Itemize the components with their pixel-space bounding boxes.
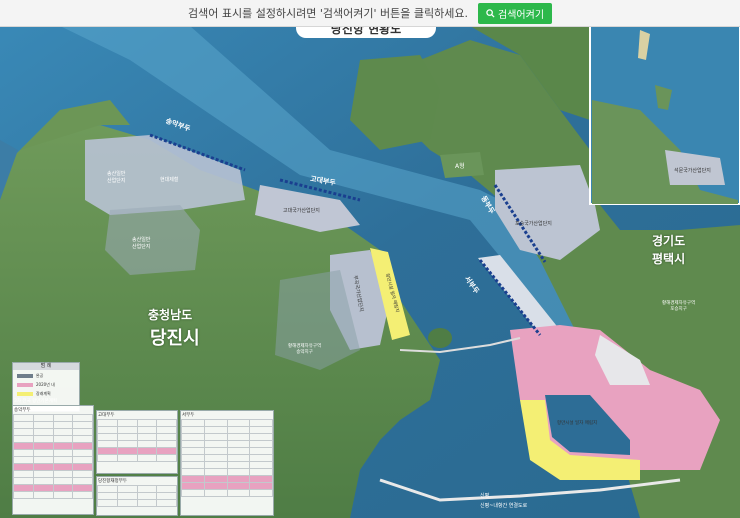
table-dangjin-jeongbu: 당진항재정부두 bbox=[96, 476, 178, 516]
legend-item-complete-label: 완공 bbox=[36, 373, 44, 378]
label-a-type: A형 bbox=[455, 163, 465, 170]
table-dangjin-jeongbu-grid bbox=[97, 485, 177, 507]
table-godae-grid bbox=[97, 419, 177, 462]
small-island bbox=[428, 328, 452, 348]
search-icon bbox=[486, 8, 495, 18]
label-hwanghae-poseung: 황해경제자유구역 포승지구 bbox=[662, 301, 696, 312]
label-neighbor-city: 평택시 bbox=[652, 252, 686, 266]
table-godae: 고대부두 bbox=[96, 410, 178, 474]
label-hwanghae-songak: 황해경제자유구역 송악지구 bbox=[288, 344, 322, 355]
table-seobu-title: 서부두 bbox=[182, 413, 195, 418]
label-seokmun-complex: 석문국가산업단지 bbox=[674, 168, 711, 174]
label-godae-complex: 고대국가산업단지 bbox=[283, 208, 320, 214]
legend-item-2020: 2020년 내 bbox=[17, 382, 75, 388]
legend-item-2020-label: 2020년 내 bbox=[36, 382, 55, 387]
search-banner: 검색어 표시를 설정하시려면 '검색어켜기' 버튼을 클릭하세요. 검색어켜기 bbox=[0, 0, 740, 27]
table-seobu-grid bbox=[181, 419, 273, 497]
table-songak-grid bbox=[13, 414, 93, 499]
label-songsan-industrial: 송산일반 산업단지 bbox=[107, 171, 126, 184]
table-songak-title: 송악부두 bbox=[14, 408, 31, 413]
legend-item-future-label: 장래계획 bbox=[36, 391, 51, 396]
label-neighbor-province: 경기도 bbox=[652, 234, 686, 248]
table-songak: 송악부두 bbox=[12, 405, 94, 515]
label-songsan-industrial-2: 송산일반 산업단지 bbox=[132, 237, 151, 250]
label-port-expansion-east: 항만시설 일자 매립지 bbox=[557, 421, 598, 426]
search-toggle-label: 검색어켜기 bbox=[498, 9, 545, 21]
table-seobu: 서부두 bbox=[180, 410, 274, 516]
label-province: 충청남도 bbox=[148, 308, 193, 322]
label-shinpyeong: 신평 bbox=[480, 493, 490, 499]
table-godae-title: 고대부두 bbox=[98, 413, 115, 418]
table-dangjin-jeongbu-title: 당진항재정부두 bbox=[98, 479, 127, 484]
plan-subtitle: 3차 전국 항만기본계획 bbox=[14, 399, 57, 404]
label-bridge: 신평~내항간 연결도로 bbox=[480, 503, 528, 509]
legend-item-complete: 완공 bbox=[17, 373, 75, 379]
search-toggle-button[interactable]: 검색어켜기 bbox=[478, 2, 553, 24]
legend-title: 범 례 bbox=[13, 363, 79, 370]
legend-item-future: 장래계획 bbox=[17, 391, 75, 397]
label-hyundai-steel: 현대제철 bbox=[160, 177, 179, 183]
label-city: 당진시 bbox=[150, 328, 200, 349]
banner-message: 검색어 표시를 설정하시려면 '검색어켜기' 버튼을 클릭하세요. bbox=[187, 7, 469, 20]
label-poseung-complex: 포승국가산업단지 bbox=[515, 221, 552, 227]
map-title: 당진항 현황도 bbox=[296, 26, 436, 38]
